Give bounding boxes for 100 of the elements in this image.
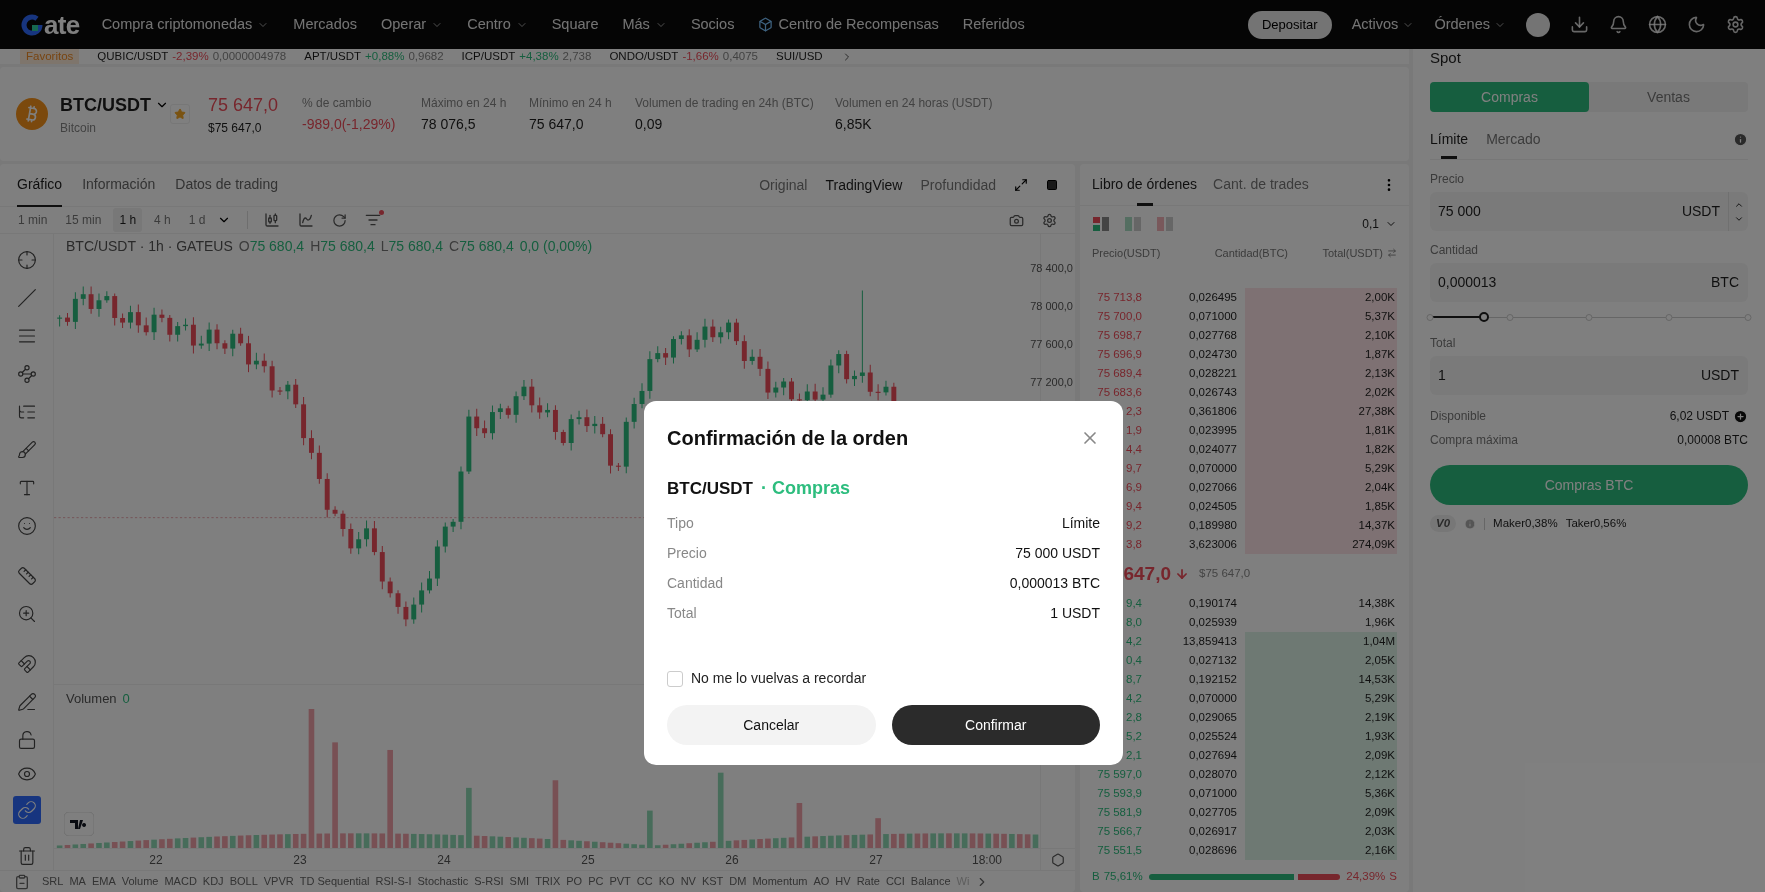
nav-link[interactable]: Más: [622, 13, 667, 36]
deposit-button[interactable]: Depositar: [1248, 10, 1332, 39]
panel-title: Spot: [1430, 49, 1462, 67]
interval-button[interactable]: 1 h: [113, 208, 143, 233]
nav-link[interactable]: Square: [551, 13, 599, 36]
nav-link[interactable]: Compra criptomonedas: [101, 13, 270, 36]
precision-select[interactable]: 0,1: [1362, 215, 1397, 233]
swap-icon[interactable]: [1387, 248, 1397, 258]
nav-link[interactable]: Centro de Recompensas: [758, 13, 939, 36]
moon-icon[interactable]: [1687, 15, 1706, 34]
chart-tab[interactable]: Datos de trading: [175, 163, 278, 207]
nav-link[interactable]: Centro: [467, 13, 528, 36]
nav-link[interactable]: Referidos: [962, 13, 1025, 36]
candles-icon[interactable]: [264, 212, 281, 229]
indicator-button[interactable]: AO: [813, 873, 830, 890]
indicator-button[interactable]: S-RSI: [474, 873, 504, 890]
info-icon[interactable]: [1464, 517, 1477, 530]
ticker-change: +0,88%: [365, 49, 405, 64]
book-tab[interactable]: Libro de órdenes: [1092, 163, 1198, 206]
indicator-icon[interactable]: [298, 212, 315, 229]
indicator-button[interactable]: MA: [69, 873, 86, 890]
amount-field[interactable]: 0,000013 BTC: [1430, 263, 1748, 302]
amount-cell-text: 0,189980: [1188, 517, 1237, 533]
pair-symbol[interactable]: BTC/USDT: [60, 91, 151, 119]
order-type-tab[interactable]: Límite: [1430, 120, 1469, 159]
indicator-button[interactable]: Stochastic: [417, 873, 469, 890]
indicator-button[interactable]: CCI: [885, 873, 905, 890]
side-tab[interactable]: Ventas: [1589, 82, 1748, 112]
amount-field[interactable]: 75 000 USDT: [1430, 192, 1748, 231]
indicator-button[interactable]: TD Sequential: [299, 873, 370, 890]
interval-button[interactable]: 1 min: [12, 208, 54, 233]
interval-button[interactable]: 15 min: [59, 208, 108, 233]
interval-button[interactable]: 1 d: [182, 208, 212, 233]
view-tab[interactable]: Original: [759, 174, 808, 196]
view-tab[interactable]: Profundidad: [920, 174, 996, 196]
indicator-button[interactable]: Rate: [856, 873, 880, 890]
indicator-button[interactable]: SMI: [509, 873, 530, 890]
indicator-button[interactable]: KST: [701, 873, 724, 890]
avatar[interactable]: [1526, 12, 1550, 37]
amount-cell-text: 0,023995: [1188, 422, 1237, 438]
link-icon[interactable]: [12, 796, 41, 825]
menu-button[interactable]: Órdenes: [1434, 13, 1506, 36]
indicator-button[interactable]: Momentum: [752, 873, 808, 890]
bell-icon[interactable]: [1609, 15, 1628, 34]
buy-ratio: 75,61%: [1103, 869, 1143, 885]
amount-cell-text: 0,027768: [1188, 327, 1237, 343]
indicator-button[interactable]: SRL: [42, 873, 64, 890]
indicator-button[interactable]: PO: [566, 873, 583, 890]
ticker-pair[interactable]: SUI/USD: [776, 49, 823, 64]
clipboard-icon[interactable]: [14, 873, 30, 890]
chart-tab[interactable]: Gráfico: [17, 163, 63, 207]
menu-button[interactable]: Activos: [1351, 13, 1415, 36]
square-icon[interactable]: [1046, 179, 1058, 191]
indicator-button[interactable]: VPVR: [263, 873, 294, 890]
indicator-button[interactable]: DM: [729, 873, 747, 890]
indicator-button[interactable]: BOLL: [229, 873, 258, 890]
expand-icon[interactable]: [1014, 178, 1028, 192]
indicator-button[interactable]: PVT: [609, 873, 631, 890]
globe-icon[interactable]: [1648, 15, 1667, 34]
info-icon[interactable]: [1733, 132, 1748, 147]
download-icon[interactable]: [1570, 15, 1589, 34]
indicator-button[interactable]: HV: [835, 873, 851, 890]
both-sides-layout-icon[interactable]: [1092, 216, 1110, 232]
indicator-button[interactable]: RSI-S-I: [375, 873, 412, 890]
confirm-button[interactable]: Confirmar: [891, 705, 1100, 745]
indicator-button[interactable]: NV: [680, 873, 696, 890]
cancel-button[interactable]: Cancelar: [667, 705, 876, 745]
ticker-pair[interactable]: APT/USDT: [304, 49, 362, 64]
add-icon[interactable]: [1733, 408, 1748, 424]
indicator-button[interactable]: KDJ: [202, 873, 224, 890]
buy-button[interactable]: Compras BTC: [1430, 465, 1748, 505]
replay-icon[interactable]: [332, 212, 348, 228]
indicator-button[interactable]: KO: [658, 873, 675, 890]
indicator-button[interactable]: CC: [636, 873, 653, 890]
amount-field[interactable]: 1 USDT: [1430, 356, 1748, 395]
nav-link[interactable]: Operar: [381, 13, 444, 36]
indicator-button[interactable]: TRIX: [535, 873, 561, 890]
interval-button[interactable]: 4 h: [148, 208, 177, 233]
camera-icon[interactable]: [1009, 212, 1024, 228]
indicator-button[interactable]: EMA: [91, 873, 116, 890]
nav-link[interactable]: Mercados: [293, 13, 358, 36]
indicator-button[interactable]: Balance: [910, 873, 951, 890]
total-cell-text: 2,03K: [1364, 823, 1395, 839]
checkbox[interactable]: [667, 670, 683, 687]
side-tab[interactable]: Compras: [1430, 82, 1589, 112]
ticker-pair[interactable]: ICP/USDT: [461, 49, 516, 64]
view-tab[interactable]: TradingView: [825, 174, 903, 196]
nav-link[interactable]: Socios: [690, 13, 735, 36]
ticker-pair[interactable]: ONDO/USDT: [609, 49, 679, 64]
favorites-tab[interactable]: Favoritos: [20, 49, 80, 64]
indicator-button[interactable]: MACD: [164, 873, 197, 890]
ticker-price: 0,9682: [408, 49, 444, 64]
cube-icon: [758, 17, 774, 32]
total-cell-text: 2,09K: [1364, 804, 1395, 820]
chart-tab[interactable]: Información: [82, 163, 156, 207]
indicator-button[interactable]: Volume: [121, 873, 159, 890]
indicator-button[interactable]: PC: [588, 873, 604, 890]
book-tab[interactable]: Cant. de trades: [1213, 163, 1309, 206]
order-type-tab[interactable]: Mercado: [1486, 120, 1541, 159]
ticker-pair[interactable]: QUBIC/USDT: [97, 49, 169, 64]
